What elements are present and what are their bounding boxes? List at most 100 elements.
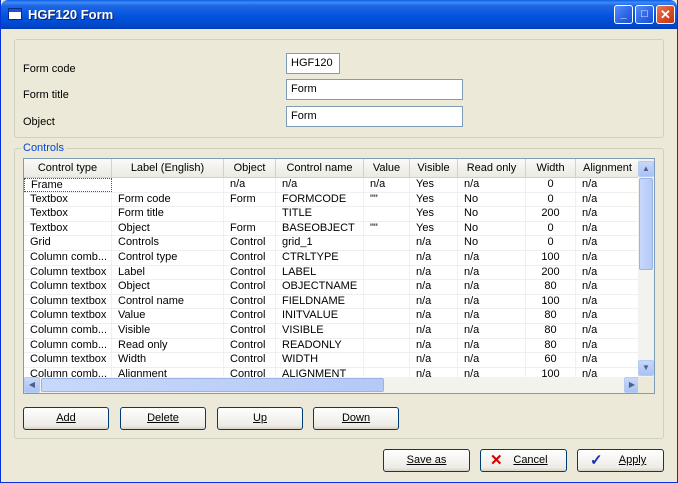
table-cell[interactable]: n/a [458, 265, 526, 280]
table-cell[interactable] [364, 323, 410, 338]
table-cell[interactable]: Object [112, 221, 224, 236]
table-cell[interactable]: Column comb... [24, 338, 112, 353]
table-cell[interactable] [364, 294, 410, 309]
table-cell[interactable]: grid_1 [276, 236, 364, 250]
table-cell[interactable]: 80 [526, 309, 576, 323]
table-cell[interactable]: No [458, 207, 526, 221]
table-cell[interactable]: n/a [576, 338, 640, 353]
table-cell[interactable]: LABEL [276, 265, 364, 280]
table-cell[interactable]: Yes [410, 221, 458, 236]
table-cell[interactable]: Yes [410, 192, 458, 207]
table-cell[interactable]: n/a [410, 309, 458, 323]
table-row[interactable]: Column textbox Label Control LABEL n/a n/a 200… [24, 265, 640, 281]
table-cell[interactable] [364, 265, 410, 280]
table-cell[interactable]: 0 [526, 221, 576, 236]
table-cell[interactable]: Visible [112, 323, 224, 338]
table-cell[interactable]: n/a [576, 294, 640, 309]
table-cell[interactable]: 80 [526, 323, 576, 338]
table-cell[interactable]: 60 [526, 353, 576, 367]
table-cell[interactable]: Textbox [24, 207, 112, 221]
table-cell[interactable]: Column textbox [24, 265, 112, 280]
table-cell[interactable]: VISIBLE [276, 323, 364, 338]
table-cell[interactable]: "" [364, 221, 410, 236]
table-cell[interactable]: Control name [112, 294, 224, 309]
title-bar[interactable]: HGF120 Form _ □ ✕ [1, 0, 677, 29]
column-header[interactable]: Value [364, 159, 410, 177]
table-cell[interactable]: Control [224, 294, 276, 309]
table-cell[interactable]: n/a [576, 192, 640, 207]
table-row[interactable]: Column comb... Visible Control VISIBLE n/a n/… [24, 323, 640, 339]
table-cell[interactable]: n/a [458, 280, 526, 294]
table-row[interactable]: Textbox Form title TITLE Yes No 200 n/a [24, 207, 640, 222]
table-cell[interactable]: n/a [410, 265, 458, 280]
table-cell[interactable]: 200 [526, 207, 576, 221]
table-cell[interactable]: Column comb... [24, 250, 112, 265]
table-cell[interactable]: n/a [410, 236, 458, 250]
table-row[interactable]: Column textbox Control name Control FIELDNA… [24, 294, 640, 310]
table-cell[interactable]: Control [224, 250, 276, 265]
table-cell[interactable]: n/a [576, 178, 640, 192]
table-cell[interactable]: n/a [576, 323, 640, 338]
table-cell[interactable]: Controls [112, 236, 224, 250]
table-cell[interactable]: n/a [410, 280, 458, 294]
table-cell[interactable]: n/a [576, 250, 640, 265]
table-row[interactable]: Textbox Form code Form FORMCODE "" Yes No 0 n/a [24, 192, 640, 208]
table-cell[interactable]: 100 [526, 250, 576, 265]
up-button[interactable]: Up [217, 407, 303, 430]
table-row[interactable]: Textbox Object Form BASEOBJECT "" Yes No 0 n/a [24, 221, 640, 237]
minimize-button[interactable]: _ [614, 5, 633, 24]
table-cell[interactable]: Control [224, 353, 276, 367]
table-cell[interactable]: 0 [526, 178, 576, 192]
table-cell[interactable]: CTRLTYPE [276, 250, 364, 265]
table-cell[interactable]: Form [224, 192, 276, 207]
table-row[interactable]: Column comb... Read only Control READONLY n/… [24, 338, 640, 354]
table-cell[interactable]: Frame [24, 178, 112, 192]
scroll-left-arrow-icon[interactable]: ◀ [24, 377, 40, 393]
column-header[interactable]: Width [526, 159, 576, 177]
table-cell[interactable]: n/a [576, 353, 640, 367]
table-cell[interactable]: READONLY [276, 338, 364, 353]
maximize-button[interactable]: □ [635, 5, 654, 24]
column-header[interactable]: Visible [410, 159, 458, 177]
down-button[interactable]: Down [313, 407, 399, 430]
table-row[interactable]: Column textbox Value Control INITVALUE n/a n/… [24, 309, 640, 324]
table-cell[interactable]: Textbox [24, 192, 112, 207]
cancel-button[interactable]: ✕ Cancel [480, 449, 567, 472]
table-cell[interactable] [112, 178, 224, 192]
table-cell[interactable] [224, 207, 276, 221]
close-button[interactable]: ✕ [656, 5, 675, 24]
table-cell[interactable]: n/a [458, 323, 526, 338]
object-field[interactable]: Form [286, 106, 463, 127]
table-cell[interactable]: 80 [526, 338, 576, 353]
table-cell[interactable]: n/a [458, 178, 526, 192]
table-cell[interactable]: Object [112, 280, 224, 294]
table-cell[interactable]: Value [112, 309, 224, 323]
table-row[interactable]: Grid Controls Control grid_1 n/a No 0 n/a [24, 236, 640, 251]
table-cell[interactable]: 100 [526, 294, 576, 309]
table-cell[interactable]: Control type [112, 250, 224, 265]
table-cell[interactable]: FIELDNAME [276, 294, 364, 309]
table-row[interactable]: Frame n/a n/a n/a Yes n/a 0 n/a [24, 178, 640, 193]
table-cell[interactable] [364, 250, 410, 265]
table-cell[interactable] [364, 207, 410, 221]
table-cell[interactable] [364, 338, 410, 353]
table-cell[interactable]: n/a [458, 353, 526, 367]
table-cell[interactable] [364, 353, 410, 367]
save-as-button[interactable]: Save as [383, 449, 470, 472]
table-cell[interactable]: 0 [526, 236, 576, 250]
horizontal-scrollbar[interactable]: ◀ ▶ [24, 377, 640, 393]
table-cell[interactable]: n/a [410, 250, 458, 265]
scroll-up-arrow-icon[interactable]: ▲ [638, 161, 654, 177]
table-cell[interactable]: n/a [410, 338, 458, 353]
table-cell[interactable]: n/a [458, 294, 526, 309]
form-title-field[interactable]: Form [286, 79, 463, 100]
table-cell[interactable]: Read only [112, 338, 224, 353]
table-cell[interactable]: Column textbox [24, 280, 112, 294]
table-cell[interactable]: Control [224, 338, 276, 353]
table-cell[interactable]: OBJECTNAME [276, 280, 364, 294]
table-row[interactable]: Column textbox Width Control WIDTH n/a n/a 60 n… [24, 353, 640, 368]
table-cell[interactable]: n/a [276, 178, 364, 192]
table-cell[interactable]: Column comb... [24, 323, 112, 338]
table-cell[interactable]: n/a [364, 178, 410, 192]
table-cell[interactable]: Control [224, 309, 276, 323]
